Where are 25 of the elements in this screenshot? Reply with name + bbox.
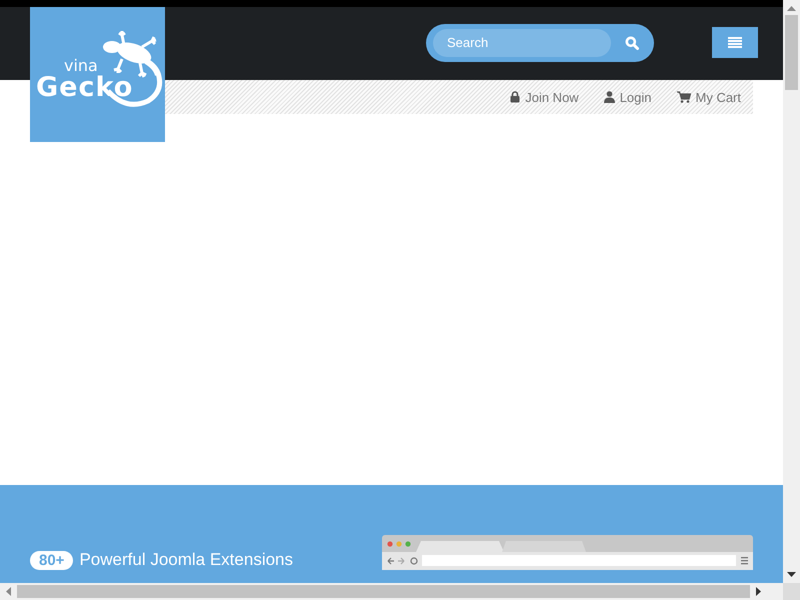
scroll-left-icon[interactable] [6, 587, 11, 596]
search-icon[interactable] [625, 36, 639, 50]
logo-text: vina [64, 57, 98, 74]
scrollbar-corner [783, 583, 800, 600]
scroll-thumb[interactable] [17, 585, 750, 598]
lock-icon [510, 91, 520, 103]
cart-icon [676, 91, 690, 103]
user-link[interactable]: My Cart [676, 90, 741, 104]
count-badge: 80+ [30, 550, 74, 570]
user-link[interactable]: Join Now [510, 90, 579, 104]
user-link[interactable]: Login [604, 90, 652, 104]
scroll-right-icon[interactable] [756, 587, 761, 596]
search-field[interactable]: Search [433, 28, 611, 56]
vertical-scrollbar[interactable] [783, 0, 800, 583]
menu-icon [728, 37, 742, 48]
menu-button[interactable] [712, 27, 758, 58]
banner-headline: Powerful Joomla Extensions [79, 550, 293, 570]
logo[interactable]: vina Gecko [30, 7, 165, 142]
scroll-down-icon[interactable] [787, 572, 796, 577]
logo-text: Gecko [36, 74, 134, 102]
user-icon [604, 91, 615, 103]
scroll-thumb[interactable] [785, 15, 798, 90]
search-bar[interactable]: Search [426, 24, 654, 62]
horizontal-scrollbar[interactable] [0, 583, 783, 600]
scroll-up-icon[interactable] [787, 6, 796, 11]
